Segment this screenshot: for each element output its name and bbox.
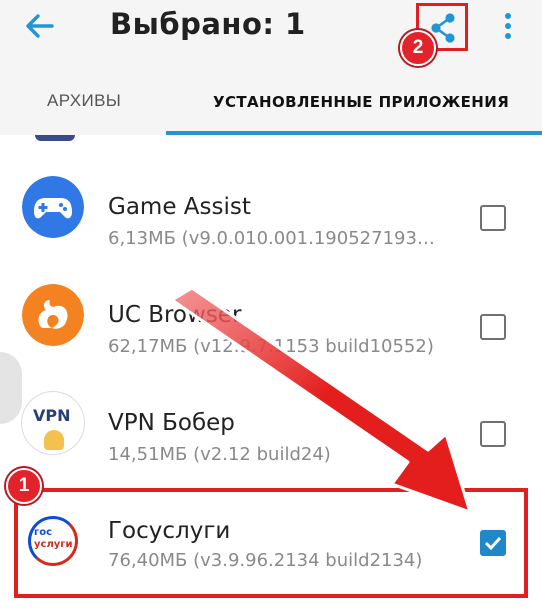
step-badge-2: 2 bbox=[400, 30, 436, 66]
tab-installed-apps[interactable]: УСТАНОВЛЕННЫЕ ПРИЛОЖЕНИЯ bbox=[213, 93, 509, 111]
app-size-version: 62,17МБ (v12.9.7.1153 build10552) bbox=[108, 336, 434, 357]
app-name: Game Assist bbox=[108, 194, 251, 220]
more-vertical-icon[interactable] bbox=[496, 8, 520, 44]
select-checkbox[interactable] bbox=[480, 205, 506, 231]
app-bar: Выбрано: 1 АРХИВЫ УСТАНОВЛЕННЫЕ ПРИЛОЖЕН… bbox=[0, 0, 542, 135]
beaver-shape bbox=[44, 430, 64, 450]
tab-indicator bbox=[166, 131, 542, 135]
app-name: VPN Бобер bbox=[108, 410, 235, 436]
app-name: UC Browser bbox=[108, 302, 242, 328]
squirrel-icon bbox=[22, 284, 84, 346]
list-item[interactable]: UC Browser 62,17МБ (v12.9.7.1153 build10… bbox=[0, 270, 542, 378]
step-badge-1: 1 bbox=[6, 468, 42, 504]
tab-archives[interactable]: АРХИВЫ bbox=[47, 91, 121, 111]
app-size-version: 6,13МБ (v9.0.010.001.190527193… bbox=[108, 228, 435, 249]
vpn-beaver-icon: VPN bbox=[22, 392, 84, 454]
list-item[interactable]: VPN VPN Бобер 14,51МБ (v2.12 build24) bbox=[0, 378, 542, 486]
list-item[interactable]: Game Assist 6,13МБ (v9.0.010.001.1905271… bbox=[0, 162, 542, 270]
vpn-icon-label: VPN bbox=[33, 406, 71, 425]
arrow-left-icon[interactable] bbox=[22, 8, 58, 44]
app-size-version: 14,51МБ (v2.12 build24) bbox=[108, 444, 331, 465]
selected-app-highlight bbox=[14, 488, 528, 598]
select-checkbox[interactable] bbox=[480, 314, 506, 340]
page-title: Выбрано: 1 bbox=[110, 7, 306, 41]
gamepad-icon bbox=[22, 176, 84, 238]
select-checkbox[interactable] bbox=[480, 421, 506, 447]
previous-item-peek bbox=[35, 135, 75, 141]
